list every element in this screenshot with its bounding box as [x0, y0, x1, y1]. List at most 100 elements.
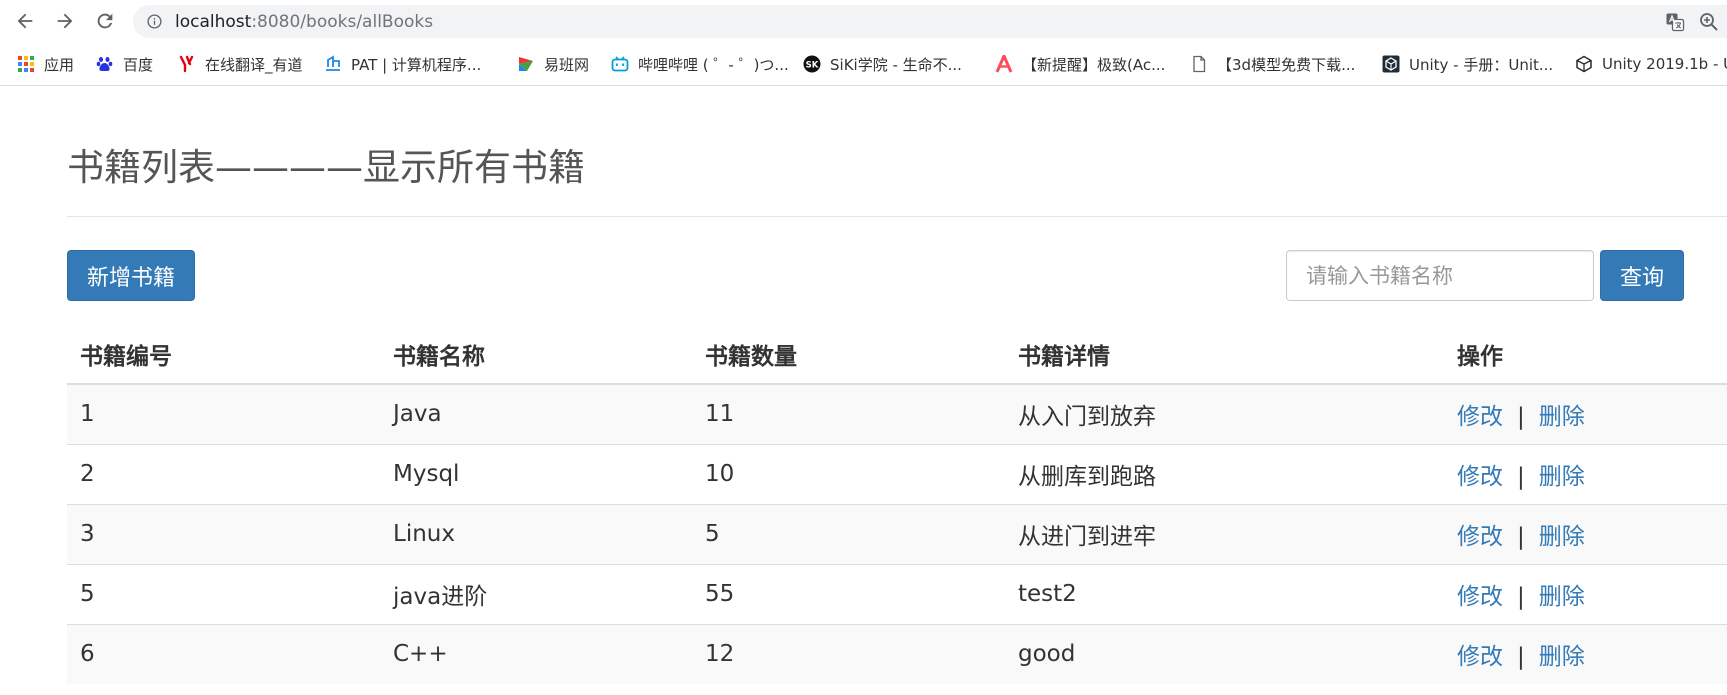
- header-book-name: 书籍名称: [380, 325, 692, 385]
- cell-book-detail: good: [1005, 623, 1444, 684]
- url-path: :8080/books/allBooks: [251, 12, 434, 32]
- bookmark-label: 易班网: [544, 55, 590, 74]
- yiban-icon: [517, 55, 535, 73]
- cell-book-detail: 从入门到放弃: [1005, 383, 1444, 444]
- bookmark-youdao[interactable]: 在线翻译_有道: [178, 53, 303, 75]
- cell-book-name: Java: [380, 383, 692, 444]
- bookmarks-bar: 应用 百度 在线翻译_有道 PAT | 计算机程序... 易班网 哔哩哔哩 ( …: [0, 42, 1727, 86]
- query-button[interactable]: 查询: [1600, 250, 1684, 301]
- bookmark-label: SiKi学院 - 生命不...: [830, 55, 962, 74]
- action-separator: |: [1517, 404, 1525, 431]
- table-header-row: 书籍编号 书籍名称 书籍数量 书籍详情 操作: [67, 325, 1727, 385]
- pat-icon: [324, 55, 342, 73]
- table-row: 5 java进阶 55 test2 修改 | 删除: [67, 563, 1727, 624]
- bookmark-label: 百度: [123, 55, 154, 74]
- siki-icon: SK: [803, 55, 821, 73]
- cell-actions: 修改 | 删除: [1444, 563, 1727, 624]
- bookmark-unity-manual[interactable]: Unity - 手册：Unit...: [1382, 53, 1553, 75]
- cell-book-count: 10: [692, 443, 1005, 504]
- cell-book-detail: 从进门到进牢: [1005, 503, 1444, 564]
- unity-icon: [1382, 55, 1400, 73]
- bilibili-icon: [611, 55, 629, 73]
- bookmark-label: 【新提醒】极致(Ac...: [1022, 55, 1166, 74]
- bookmark-3d-models[interactable]: 【3d模型免费下载...: [1190, 53, 1355, 75]
- cell-book-id: 6: [67, 623, 380, 684]
- bookmark-siki[interactable]: SK SiKi学院 - 生命不...: [803, 53, 962, 75]
- bookmark-label: 哔哩哔哩 ( ゜- ゜)つ...: [638, 55, 789, 74]
- bookmark-acfun[interactable]: 【新提醒】极致(Ac...: [995, 53, 1165, 75]
- cell-book-name: C++: [380, 623, 692, 684]
- header-actions: 操作: [1444, 325, 1727, 385]
- bookmark-baidu[interactable]: 百度: [96, 53, 153, 75]
- bookmark-label: Unity - 手册：Unit...: [1409, 55, 1554, 74]
- youdao-icon: [178, 55, 196, 73]
- reload-icon: [97, 13, 113, 29]
- header-book-id: 书籍编号: [67, 325, 380, 385]
- cell-book-count: 11: [692, 383, 1005, 444]
- cell-actions: 修改 | 删除: [1444, 383, 1727, 444]
- book-table: 书籍编号 书籍名称 书籍数量 书籍详情 操作 1 Java 11 从入门到放弃 …: [67, 325, 1727, 684]
- add-book-button[interactable]: 新增书籍: [67, 250, 195, 301]
- cell-book-detail: 从删库到跑路: [1005, 443, 1444, 504]
- table-row: 2 Mysql 10 从删库到跑路 修改 | 删除: [67, 443, 1727, 504]
- cell-book-id: 2: [67, 443, 380, 504]
- cell-book-count: 5: [692, 503, 1005, 564]
- bookmark-bilibili[interactable]: 哔哩哔哩 ( ゜- ゜)つ...: [611, 53, 789, 75]
- edit-link[interactable]: 修改: [1457, 524, 1503, 550]
- cell-actions: 修改 | 删除: [1444, 623, 1727, 684]
- bookmark-apps[interactable]: 应用: [17, 53, 74, 75]
- bookmark-unity-2019[interactable]: Unity 2019.1b - U: [1575, 53, 1727, 75]
- header-book-detail: 书籍详情: [1005, 325, 1444, 385]
- edit-link[interactable]: 修改: [1457, 644, 1503, 670]
- bookmark-pat[interactable]: PAT | 计算机程序...: [324, 53, 481, 75]
- cell-actions: 修改 | 删除: [1444, 503, 1727, 564]
- edit-link[interactable]: 修改: [1457, 464, 1503, 490]
- cell-book-count: 55: [692, 563, 1005, 624]
- delete-link[interactable]: 删除: [1539, 464, 1585, 490]
- action-separator: |: [1517, 584, 1525, 610]
- cell-book-name: Mysql: [380, 443, 692, 504]
- baidu-paw-icon: [96, 55, 114, 73]
- back-button[interactable]: [12, 8, 38, 34]
- action-separator: |: [1517, 644, 1525, 671]
- bookmark-label: 【3d模型免费下载...: [1217, 55, 1356, 74]
- info-icon[interactable]: [147, 14, 162, 29]
- bookmark-label: Unity 2019.1b - U: [1602, 55, 1727, 73]
- reload-button[interactable]: [92, 8, 118, 34]
- action-separator: |: [1517, 524, 1525, 550]
- unity-icon: [1575, 55, 1593, 73]
- zoom-icon[interactable]: [1699, 12, 1719, 32]
- address-bar[interactable]: localhost:8080/books/allBooks: [133, 5, 1727, 38]
- table-row: 1 Java 11 从入门到放弃 修改 | 删除: [67, 383, 1727, 444]
- action-separator: |: [1517, 464, 1525, 490]
- cell-book-count: 12: [692, 623, 1005, 684]
- delete-link[interactable]: 删除: [1539, 404, 1585, 430]
- delete-link[interactable]: 删除: [1539, 524, 1585, 550]
- bookmark-label: 在线翻译_有道: [205, 55, 303, 74]
- arrow-left-icon: [17, 13, 33, 29]
- delete-link[interactable]: 删除: [1539, 584, 1585, 610]
- cell-book-id: 3: [67, 503, 380, 564]
- url-host: localhost: [175, 12, 252, 32]
- table-row: 3 Linux 5 从进门到进牢 修改 | 删除: [67, 503, 1727, 564]
- forward-button[interactable]: [52, 8, 78, 34]
- title-divider: [67, 216, 1727, 217]
- edit-link[interactable]: 修改: [1457, 584, 1503, 610]
- cell-book-detail: test2: [1005, 563, 1444, 624]
- book-name-search-input[interactable]: [1286, 250, 1594, 301]
- url-text[interactable]: localhost:8080/books/allBooks: [175, 12, 433, 32]
- translate-icon[interactable]: [1665, 12, 1685, 32]
- bookmark-label: PAT | 计算机程序...: [351, 55, 482, 74]
- page-title: 书籍列表————显示所有书籍: [67, 146, 585, 189]
- cell-actions: 修改 | 删除: [1444, 443, 1727, 504]
- apps-grid-icon: [17, 55, 35, 73]
- table-row: 6 C++ 12 good 修改 | 删除: [67, 623, 1727, 684]
- svg-text:SK: SK: [806, 60, 819, 70]
- acfun-icon: [995, 55, 1013, 73]
- header-book-count: 书籍数量: [692, 325, 1005, 385]
- delete-link[interactable]: 删除: [1539, 644, 1585, 670]
- bookmark-yiban[interactable]: 易班网: [517, 53, 589, 75]
- cell-book-name: java进阶: [380, 563, 692, 624]
- edit-link[interactable]: 修改: [1457, 404, 1503, 430]
- cell-book-id: 1: [67, 383, 380, 444]
